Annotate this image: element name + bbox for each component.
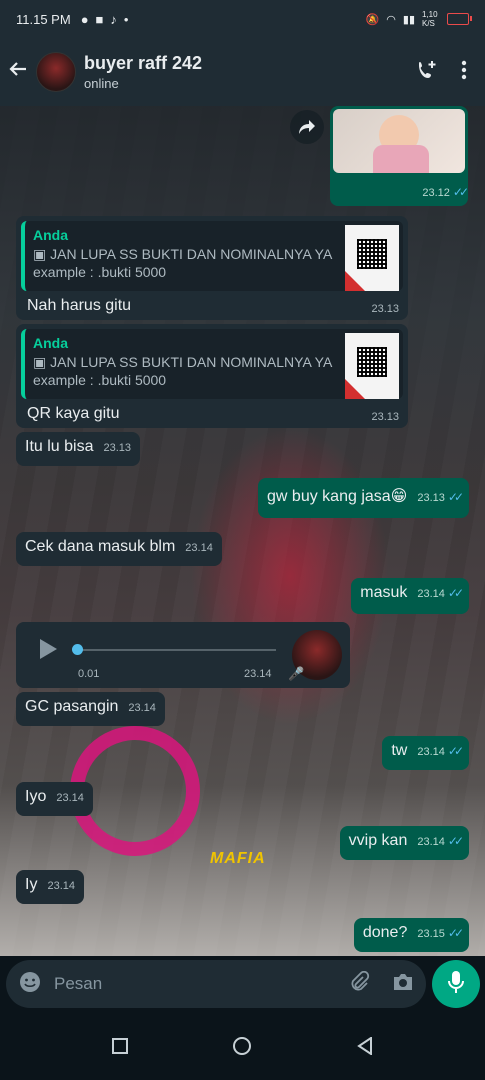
notification-icons: ● ■ ♪ • xyxy=(81,12,129,27)
shared-image[interactable] xyxy=(333,109,465,173)
message-bubble[interactable]: done? 23.15 ✓✓ xyxy=(353,918,469,952)
mic-small-icon: 🎤 xyxy=(288,666,305,681)
message-image[interactable]: 23.12 ✓✓ xyxy=(330,106,469,206)
message-bubble[interactable]: gw buy kang jasa😁 23.13 ✓✓ xyxy=(258,478,469,518)
message-time: 23.14 xyxy=(417,746,445,758)
quote-text-2: example : .bukti 5000 xyxy=(33,372,167,388)
app-notification-icon: ■ xyxy=(95,11,104,27)
message-time: 23.14 xyxy=(128,702,156,714)
read-ticks-icon: ✓✓ xyxy=(447,586,464,600)
message-time: 23.14 xyxy=(47,880,75,892)
message-input[interactable]: Pesan xyxy=(54,974,348,994)
message-text: vvip kan xyxy=(348,832,408,849)
message-time: 23.13 xyxy=(371,411,399,423)
status-bar: 11.15 PM ● ■ ♪ • 🔕 ◠ ▮▮ 1,10 K/S xyxy=(0,0,485,38)
read-ticks-icon: ✓✓ xyxy=(452,185,469,199)
read-ticks-icon: ✓✓ xyxy=(447,834,464,848)
more-options-icon[interactable] xyxy=(461,60,467,85)
chat-notification-icon: ● xyxy=(80,11,89,27)
recents-icon[interactable] xyxy=(112,1037,129,1059)
message-time: 23.14 xyxy=(417,588,445,600)
message-text: Cek dana masuk blm xyxy=(25,538,176,555)
voice-progress-track[interactable] xyxy=(76,649,276,651)
message-text: Nah harus gitu xyxy=(27,297,132,314)
chat-area[interactable]: MAFIA 23.12 ✓✓ Anda ▣ JAN LUPA SS BUKTI D… xyxy=(0,106,485,956)
message-bubble[interactable]: Cek dana masuk blm 23.14 xyxy=(16,532,222,566)
contact-avatar[interactable] xyxy=(36,52,76,92)
message-bubble[interactable]: tw 23.14 ✓✓ xyxy=(382,736,469,770)
message-text: GC pasangin xyxy=(25,698,119,715)
message-reply[interactable]: Anda ▣ JAN LUPA SS BUKTI DAN NOMINALNYA … xyxy=(16,324,408,428)
message-time: 23.12 xyxy=(422,187,450,199)
message-time: 23.14 xyxy=(56,792,84,804)
quote-thumbnail xyxy=(345,225,399,291)
wifi-icon: ◠ xyxy=(386,13,396,26)
wallpaper-logo: MAFIA xyxy=(210,850,266,867)
message-text: done? xyxy=(362,924,408,941)
quote-thumbnail xyxy=(345,333,399,399)
quote-text-2: example : .bukti 5000 xyxy=(33,264,167,280)
voice-duration: 0.01 xyxy=(78,668,100,680)
quote-text: JAN LUPA SS BUKTI DAN NOMINALNYA YA xyxy=(50,354,333,370)
message-time: 23.13 xyxy=(371,303,399,315)
clock: 11.15 PM xyxy=(16,11,71,27)
message-time: 23.14 xyxy=(244,668,272,680)
camera-icon[interactable] xyxy=(392,972,414,997)
message-text: gw buy kang jasa xyxy=(267,488,391,505)
mute-icon: 🔕 xyxy=(365,13,380,26)
back-icon[interactable] xyxy=(357,1035,373,1060)
read-ticks-icon: ✓✓ xyxy=(447,490,464,504)
mic-button[interactable] xyxy=(432,960,480,1008)
message-text: QR kaya gitu xyxy=(27,405,120,422)
message-text: Itu lu bisa xyxy=(25,438,94,455)
attachment-icon[interactable] xyxy=(348,970,370,998)
message-text: masuk xyxy=(360,584,408,601)
quote-author: Anda xyxy=(33,227,68,243)
battery-icon xyxy=(447,13,472,25)
emoji-icon[interactable] xyxy=(18,970,42,999)
message-composer[interactable]: Pesan xyxy=(6,960,426,1008)
message-time: 23.14 xyxy=(185,542,213,554)
read-ticks-icon: ✓✓ xyxy=(447,926,464,940)
forward-icon[interactable] xyxy=(290,110,324,144)
message-time: 23.13 xyxy=(417,492,445,504)
tiktok-icon: ♪ xyxy=(110,11,117,27)
mic-icon xyxy=(447,970,465,999)
back-arrow-icon[interactable] xyxy=(8,59,30,85)
grin-emoji-icon: 😁 xyxy=(390,488,408,505)
home-icon[interactable] xyxy=(232,1036,252,1061)
message-text: Iy xyxy=(25,876,38,893)
image-icon: ▣ xyxy=(33,354,51,370)
message-bubble[interactable]: Iy 23.14 xyxy=(16,870,84,904)
contact-name: buyer raff 242 xyxy=(84,53,203,73)
play-icon[interactable] xyxy=(38,638,58,665)
read-ticks-icon: ✓✓ xyxy=(447,744,464,758)
signal-icon: ▮▮ xyxy=(402,13,415,26)
add-call-icon[interactable] xyxy=(415,58,439,87)
quote-text: JAN LUPA SS BUKTI DAN NOMINALNYA YA xyxy=(50,246,333,262)
message-bubble[interactable]: vvip kan 23.14 ✓✓ xyxy=(339,826,469,860)
message-time: 23.15 xyxy=(417,928,445,940)
image-icon: ▣ xyxy=(33,246,51,262)
message-time: 23.14 xyxy=(417,836,445,848)
voice-progress-handle[interactable] xyxy=(72,644,83,655)
message-bubble[interactable]: Iyo 23.14 xyxy=(16,782,93,816)
contact-info[interactable]: buyer raff 242 online xyxy=(84,53,202,91)
message-time: 23.13 xyxy=(103,442,132,454)
message-reply[interactable]: Anda ▣ JAN LUPA SS BUKTI DAN NOMINALNYA … xyxy=(16,216,408,320)
dot-icon: • xyxy=(123,11,129,27)
chat-header: buyer raff 242 online xyxy=(0,38,485,106)
system-navigation-bar xyxy=(0,1016,485,1080)
message-bubble[interactable]: masuk 23.14 ✓✓ xyxy=(351,578,469,614)
message-text: Iyo xyxy=(25,788,47,805)
contact-status: online xyxy=(84,76,119,91)
quoted-message[interactable]: Anda ▣ JAN LUPA SS BUKTI DAN NOMINALNYA … xyxy=(21,329,403,399)
quote-author: Anda xyxy=(33,335,68,351)
quoted-message[interactable]: Anda ▣ JAN LUPA SS BUKTI DAN NOMINALNYA … xyxy=(21,221,403,291)
voice-message[interactable]: 0.01 23.14 🎤 xyxy=(16,622,350,688)
message-bubble[interactable]: Itu lu bisa 23.13 xyxy=(16,432,141,466)
network-speed: 1,10 K/S xyxy=(422,10,438,28)
message-text: tw xyxy=(391,742,408,759)
message-bubble[interactable]: GC pasangin 23.14 xyxy=(16,692,165,726)
